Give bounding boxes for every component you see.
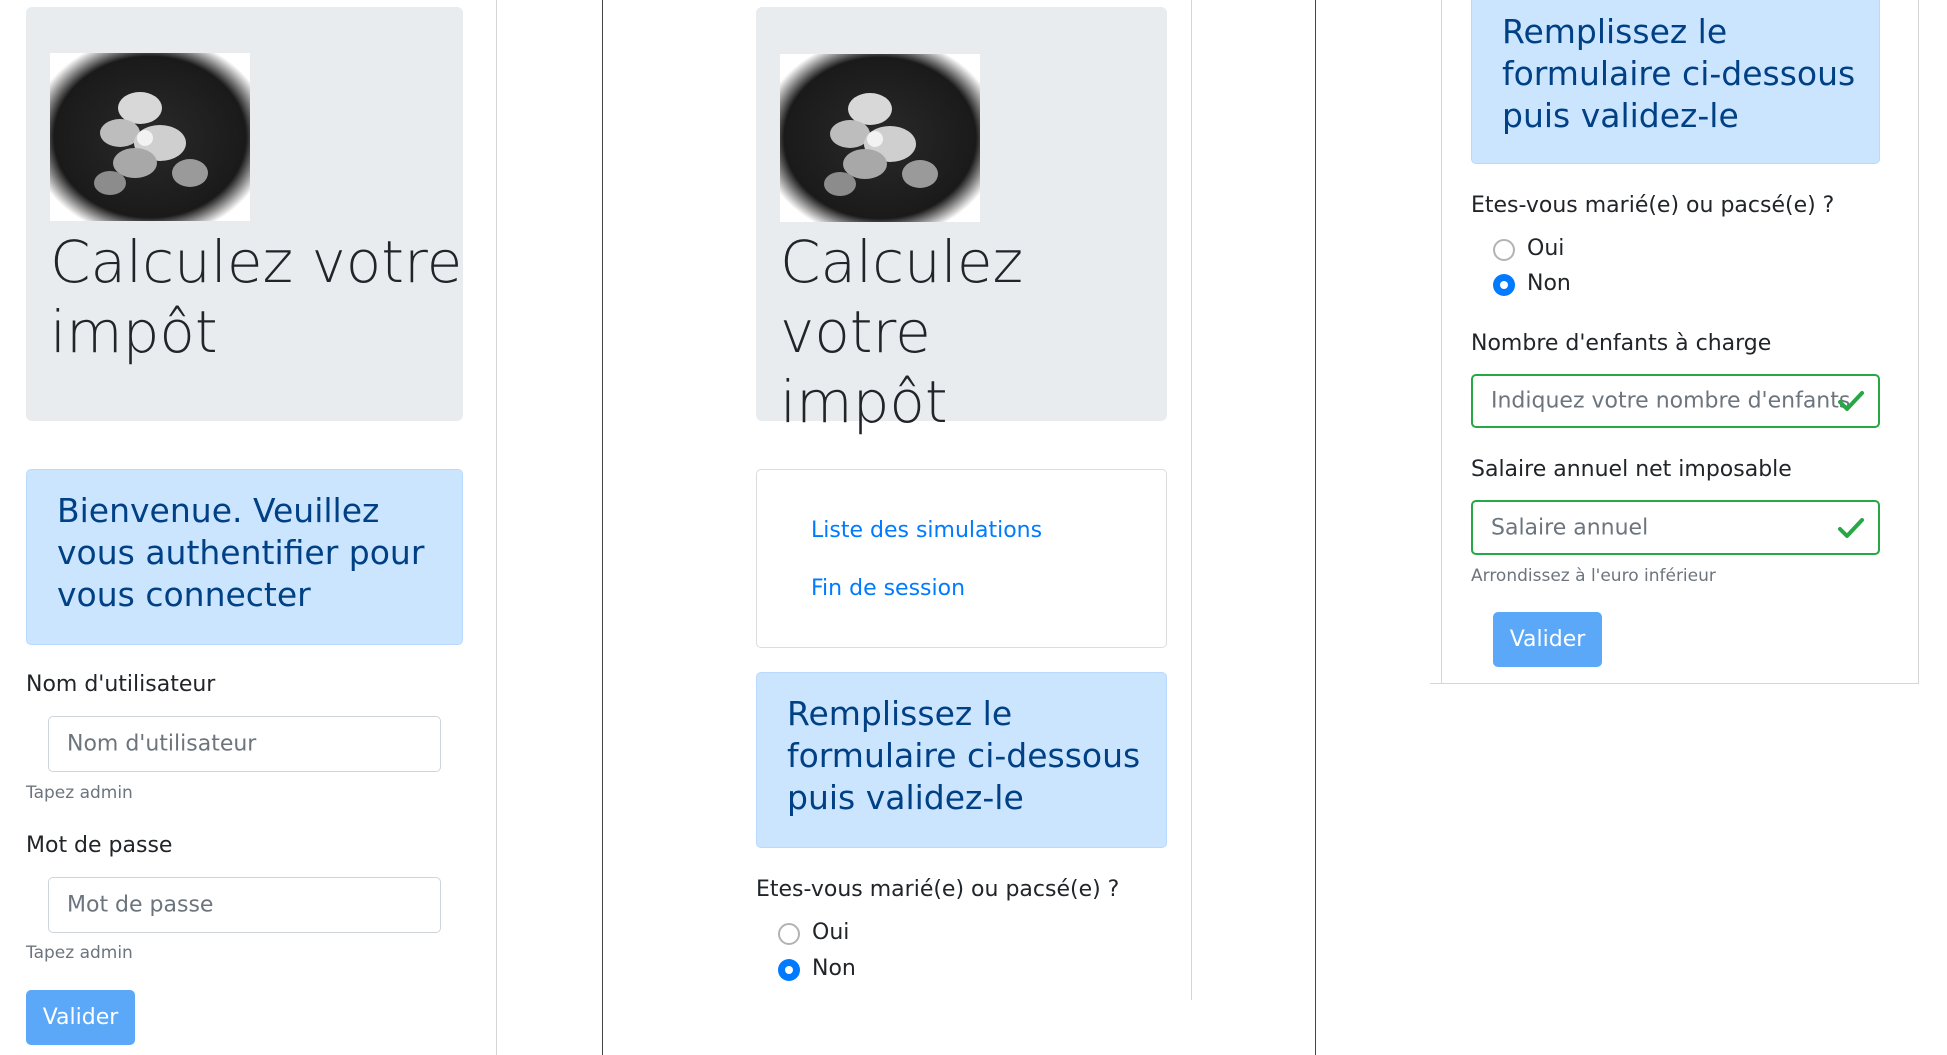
form-alert: Remplissez le formulaire ci-dessous puis… [1471,0,1880,164]
flower-logo [780,54,980,222]
flower-logo [50,53,250,221]
children-label: Nombre d'enfants à charge [1471,331,1772,356]
form-submit-button[interactable]: Valider [1493,612,1602,667]
username-help: Tapez admin [26,783,133,803]
panel-separator [1441,0,1442,684]
panel-separator [1918,0,1919,684]
panel-separator [496,0,497,1055]
header-jumbotron: Calculez votre impôt [756,7,1167,436]
form-alert-text: Remplissez le formulaire ci-dessous puis… [787,694,1141,817]
header-jumbotron: Calculez votre impôt [26,7,463,421]
form-alert-text: Remplissez le formulaire ci-dessous puis… [1502,12,1856,135]
married-no-radio[interactable] [778,959,800,981]
password-input[interactable]: Mot de passe [48,877,441,933]
married-no-label: Non [1527,271,1571,296]
password-placeholder: Mot de passe [67,892,214,918]
menu-item-logout[interactable]: Fin de session [811,576,965,601]
form-alert: Remplissez le formulaire ci-dessous puis… [756,672,1167,848]
page-title: Calculez votre impôt [50,228,463,366]
check-icon [1838,517,1864,538]
panel-separator [1430,683,1919,684]
salary-placeholder: Salaire annuel [1491,515,1649,540]
username-label: Nom d'utilisateur [26,672,216,697]
menu-item-simulations[interactable]: Liste des simulations [811,518,1042,543]
username-input[interactable]: Nom d'utilisateur [48,716,441,772]
check-icon [1838,391,1864,411]
salary-label: Salaire annuel net imposable [1471,457,1792,482]
married-yes-radio[interactable] [778,923,800,945]
welcome-alert: Bienvenue. Veuillez vous authentifier po… [26,469,463,645]
login-submit-button[interactable]: Valider [26,990,135,1045]
married-question: Etes-vous marié(e) ou pacsé(e) ? [1471,193,1835,218]
password-help: Tapez admin [26,943,133,963]
married-yes-radio[interactable] [1493,239,1515,261]
username-placeholder: Nom d'utilisateur [67,731,257,757]
panel-separator [1191,0,1192,1000]
children-input[interactable]: Indiquez votre nombre d'enfants [1471,374,1880,428]
married-no-radio[interactable] [1493,274,1515,296]
panel-separator [602,0,603,1055]
married-yes-label: Oui [812,920,850,945]
married-no-label: Non [812,956,856,981]
married-question: Etes-vous marié(e) ou pacsé(e) ? [756,877,1120,902]
panel-separator [1315,0,1316,1055]
married-yes-label: Oui [1527,236,1565,261]
password-label: Mot de passe [26,833,173,858]
page-title: Calculez votre impôt [780,228,1024,436]
menu-card: Liste des simulations Fin de session [756,469,1167,648]
salary-help: Arrondissez à l'euro inférieur [1471,566,1716,586]
children-placeholder: Indiquez votre nombre d'enfants [1491,388,1851,414]
welcome-alert-text: Bienvenue. Veuillez vous authentifier po… [57,491,425,614]
salary-input[interactable]: Salaire annuel [1471,500,1880,555]
